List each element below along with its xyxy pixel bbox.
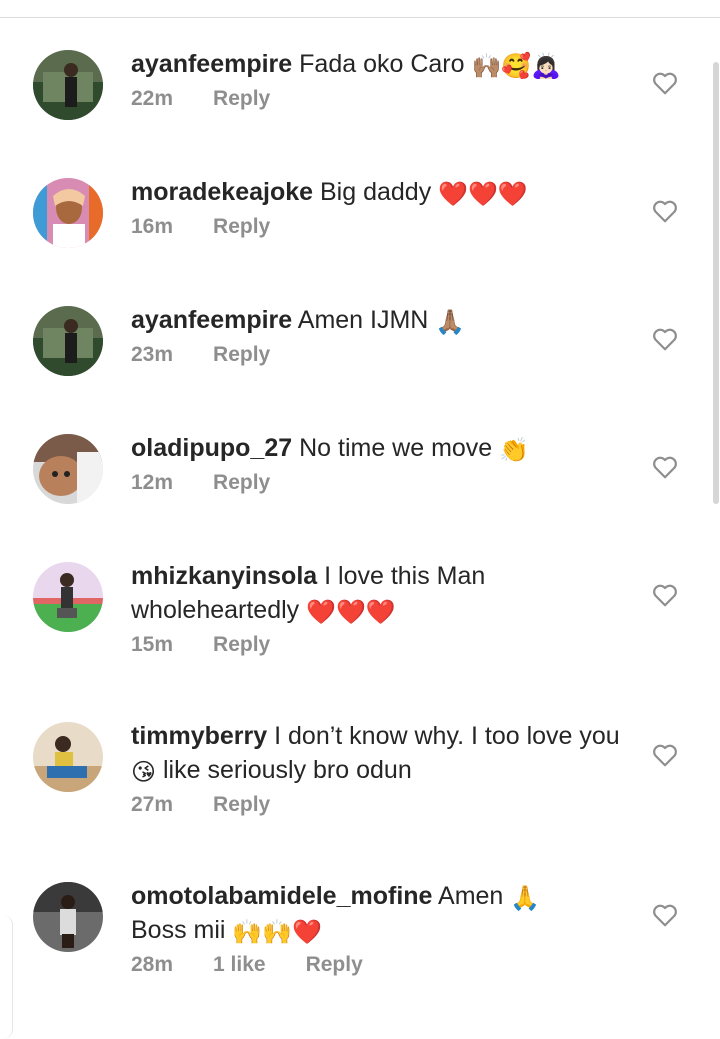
likes-count[interactable]: 1 like bbox=[213, 953, 266, 977]
heart-outline-icon[interactable] bbox=[652, 327, 678, 351]
comment-message: Fada oko Caro bbox=[299, 50, 465, 78]
emoji: ❤️❤️❤️ bbox=[438, 181, 528, 208]
username-link[interactable]: timmyberry bbox=[131, 722, 267, 750]
username-link[interactable]: oladipupo_27 bbox=[131, 434, 292, 462]
reply-button[interactable]: Reply bbox=[213, 343, 270, 367]
timestamp: 22m bbox=[131, 87, 174, 110]
comment-message: Big daddy bbox=[320, 178, 432, 206]
left-edge-panel bbox=[0, 915, 13, 1039]
avatar[interactable] bbox=[33, 722, 103, 792]
timestamp: 28m bbox=[131, 953, 174, 976]
username-link[interactable]: moradekeajoke bbox=[131, 178, 313, 206]
comment-message: Amen bbox=[438, 882, 504, 910]
emoji: 🙌🙌❤️ bbox=[232, 919, 323, 946]
emoji: 🙏 bbox=[510, 885, 541, 912]
emoji: 🙏🏽 bbox=[435, 309, 466, 336]
reply-button[interactable]: Reply bbox=[213, 215, 270, 239]
username-link[interactable]: ayanfeempire bbox=[131, 306, 292, 334]
heart-outline-icon[interactable] bbox=[652, 199, 678, 223]
avatar[interactable] bbox=[33, 434, 103, 504]
emoji: 🙌🏽🥰🙇🏻‍♀️ bbox=[471, 53, 562, 80]
comment-message: I don’t know why. I too love you bbox=[274, 722, 620, 750]
top-divider bbox=[0, 17, 720, 18]
avatar[interactable] bbox=[33, 882, 103, 952]
comment-message-continued: like seriously bro odun bbox=[162, 756, 412, 784]
comment-message-continued: Boss mii bbox=[131, 916, 226, 944]
username-link[interactable]: ayanfeempire bbox=[131, 50, 292, 78]
heart-outline-icon[interactable] bbox=[652, 903, 678, 927]
emoji: 👏 bbox=[499, 437, 530, 464]
reply-button[interactable]: Reply bbox=[306, 953, 363, 977]
heart-outline-icon[interactable] bbox=[652, 743, 678, 767]
avatar[interactable] bbox=[33, 178, 103, 248]
emoji: 😘 bbox=[131, 759, 157, 786]
heart-outline-icon[interactable] bbox=[652, 583, 678, 607]
emoji: ❤️❤️❤️ bbox=[306, 599, 396, 626]
avatar[interactable] bbox=[33, 50, 103, 120]
comment-message: Amen IJMN bbox=[297, 306, 429, 334]
scrollbar[interactable] bbox=[713, 62, 719, 504]
reply-button[interactable]: Reply bbox=[213, 87, 270, 111]
reply-button[interactable]: Reply bbox=[213, 633, 270, 657]
timestamp: 12m bbox=[131, 471, 174, 494]
timestamp: 15m bbox=[131, 633, 174, 656]
reply-button[interactable]: Reply bbox=[213, 793, 270, 817]
comment-text: ayanfeempire Fada oko Caro 🙌🏽🥰🙇🏻‍♀️ bbox=[131, 47, 631, 81]
avatar[interactable] bbox=[33, 562, 103, 632]
timestamp: 23m bbox=[131, 343, 174, 366]
username-link[interactable]: omotolabamidele_mofine bbox=[131, 882, 432, 910]
timestamp: 27m bbox=[131, 793, 174, 816]
reply-button[interactable]: Reply bbox=[213, 471, 270, 495]
heart-outline-icon[interactable] bbox=[652, 71, 678, 95]
avatar[interactable] bbox=[33, 306, 103, 376]
username-link[interactable]: mhizkanyinsola bbox=[131, 562, 317, 590]
comment-message: No time we move bbox=[299, 434, 493, 462]
timestamp: 16m bbox=[131, 215, 174, 238]
heart-outline-icon[interactable] bbox=[652, 455, 678, 479]
